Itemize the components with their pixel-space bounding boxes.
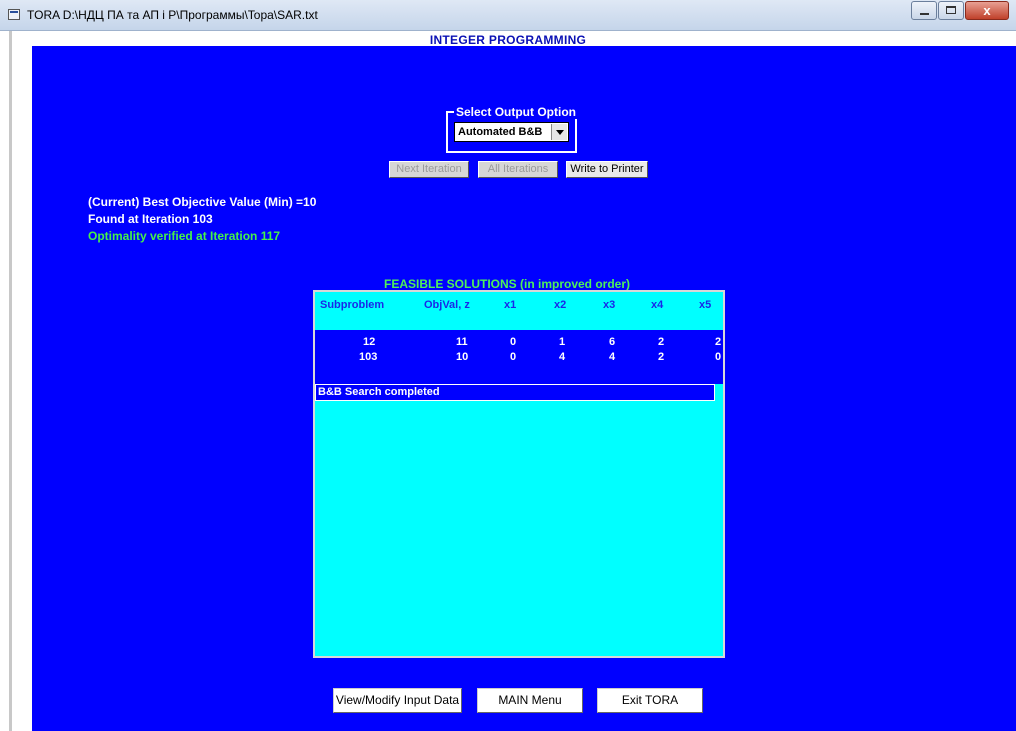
output-option-group: Select Output Option Automated B&B — [446, 105, 578, 153]
table-cell: 2 — [715, 336, 722, 348]
table-cell: 4 — [559, 351, 566, 363]
write-to-printer-button[interactable]: Write to Printer — [566, 161, 648, 178]
feasible-solutions-title: FEASIBLE SOLUTIONS (in improved order) — [384, 277, 631, 291]
table-row[interactable]: 103 10 0 4 4 2 0 — [315, 351, 723, 366]
main-menu-button[interactable]: MAIN Menu — [477, 688, 583, 713]
search-status-text: B&B Search completed — [318, 386, 440, 398]
output-option-legend: Select Output Option — [454, 105, 578, 119]
close-icon: x — [983, 3, 991, 18]
exit-tora-button[interactable]: Exit TORA — [597, 688, 703, 713]
minimize-button[interactable] — [911, 1, 937, 20]
table-cell: 0 — [510, 336, 517, 348]
feasible-solutions-table: Subproblem ObjVal, z x1 x2 x3 x4 x5 12 1… — [313, 290, 725, 658]
table-cell: 2 — [658, 351, 665, 363]
table-row[interactable]: 12 11 0 1 6 2 2 — [315, 336, 723, 351]
table-cell: 11 — [456, 336, 468, 348]
column-header: x2 — [554, 299, 567, 311]
close-button[interactable]: x — [965, 1, 1009, 20]
left-border-strip — [9, 31, 12, 731]
table-cell: 10 — [456, 351, 469, 363]
page-title: INTEGER PROGRAMMING — [429, 33, 587, 47]
window-controls: x — [910, 1, 1009, 20]
output-option-select[interactable]: Automated B&B — [454, 122, 569, 142]
view-modify-input-button[interactable]: View/Modify Input Data — [333, 688, 462, 713]
column-header: Subproblem — [320, 299, 385, 311]
maximize-icon — [946, 6, 956, 14]
minimize-icon — [920, 13, 929, 15]
window-title: TORA D:\НДЦ ПА та АП і Р\Программы\Topa\… — [27, 8, 318, 22]
next-iteration-button[interactable]: Next Iteration — [389, 161, 469, 178]
column-header: x3 — [603, 299, 616, 311]
table-cell: 0 — [715, 351, 722, 363]
table-cell: 103 — [359, 351, 378, 363]
output-option-value: Automated B&B — [458, 126, 543, 138]
column-header: ObjVal, z — [424, 299, 470, 311]
table-cell: 0 — [510, 351, 517, 363]
window-titlebar: TORA D:\НДЦ ПА та АП і Р\Программы\Topa\… — [0, 0, 1016, 31]
column-header: x5 — [699, 299, 712, 311]
table-cell: 4 — [609, 351, 616, 363]
table-cell: 6 — [609, 336, 616, 348]
column-header: x1 — [504, 299, 517, 311]
app-window-icon[interactable] — [8, 9, 20, 20]
table-body: 12 11 0 1 6 2 2 103 10 0 4 4 2 0 — [315, 330, 723, 384]
table-cell: 12 — [363, 336, 376, 348]
best-objective-text: (Current) Best Objective Value (Min) =10 — [88, 195, 317, 209]
table-header: Subproblem ObjVal, z x1 x2 x3 x4 x5 — [315, 292, 723, 330]
table-cell: 2 — [658, 336, 665, 348]
optimality-text: Optimality verified at Iteration 117 — [88, 229, 281, 243]
all-iterations-button[interactable]: All Iterations — [478, 161, 558, 178]
column-header: x4 — [651, 299, 664, 311]
chevron-down-icon[interactable] — [551, 124, 567, 140]
found-at-text: Found at Iteration 103 — [88, 212, 213, 226]
maximize-button[interactable] — [938, 1, 964, 20]
table-cell: 1 — [559, 336, 566, 348]
search-status-bar: B&B Search completed — [315, 384, 715, 401]
